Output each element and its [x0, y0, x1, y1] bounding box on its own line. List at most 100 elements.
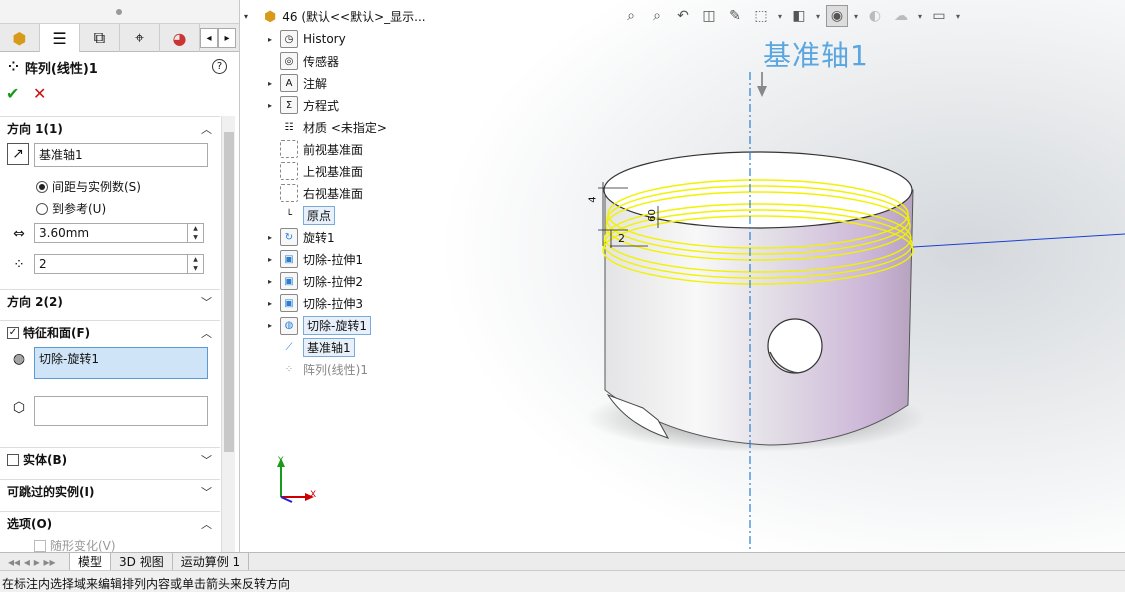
tab-nav-arrows[interactable]: ◂◂ ◂ ▸ ▸▸ — [0, 552, 70, 571]
section-view-icon[interactable]: ◫ — [698, 5, 720, 27]
tree-item-axis1[interactable]: ⟋ 基准轴1 — [268, 338, 355, 357]
tree-root[interactable]: ▾ ⬢ 46 (默认<<默认>_显示... — [244, 8, 426, 25]
dimxpert-tab[interactable]: ⌖ — [120, 24, 160, 52]
radio-upto-reference[interactable]: 到参考(U) — [36, 200, 106, 217]
tree-item-equations[interactable]: ▸ Σ 方程式 — [268, 96, 339, 114]
tree-expand-icon[interactable]: ▸ — [268, 35, 280, 44]
dimension-60[interactable]: 60 — [647, 209, 658, 222]
part-icon: ⬢ — [264, 8, 277, 25]
tree-item-history[interactable]: ▸ ◷ History — [268, 30, 346, 48]
features-faces-section-header[interactable]: ✓ 特征和面(F) ︿ — [0, 320, 220, 344]
dynamic-annotation-icon[interactable]: ✎ — [724, 5, 746, 27]
features-faces-checkbox[interactable]: ✓ — [7, 326, 19, 339]
dimension-4[interactable]: 4 — [588, 196, 599, 202]
reverse-direction-icon[interactable]: ↗ — [7, 143, 29, 165]
ok-button[interactable]: ✔ — [6, 84, 19, 103]
tree-item-label: 原点 — [303, 206, 336, 225]
direction1-section-header[interactable]: 方向 1(1) ︿ — [0, 116, 220, 140]
configuration-manager-tab[interactable]: ⧉ — [80, 24, 120, 52]
view-settings-icon[interactable]: ▭ — [928, 5, 950, 27]
view-orientation-icon[interactable]: ⬚ — [750, 5, 772, 27]
options-section-header[interactable]: 选项(O) ︿ — [0, 511, 220, 535]
display-manager-tab[interactable]: ◕ — [160, 24, 200, 52]
chevron-down-icon[interactable]: ▾ — [776, 5, 784, 27]
faces-icon: ⬡ — [12, 400, 26, 416]
skip-instances-section-header[interactable]: 可跳过的实例(I) ﹀ — [0, 479, 220, 503]
tab-motion-study[interactable]: 运动算例 1 — [173, 552, 250, 571]
zoom-to-area-icon[interactable]: ⌕ — [646, 5, 668, 27]
tree-item-label: History — [303, 32, 346, 46]
history-icon: ◷ — [280, 30, 298, 48]
tree-item-cut-extrude1[interactable]: ▸ ▣ 切除-拉伸1 — [268, 250, 363, 268]
tree-item-cut-revolve1[interactable]: ▸ ◍ 切除-旋转1 — [268, 316, 371, 335]
scrollbar-thumb[interactable] — [224, 132, 234, 452]
skip-instances-header-text: 可跳过的实例(I) — [7, 485, 95, 499]
chevron-down-icon[interactable]: ▾ — [916, 5, 924, 27]
radio-spacing[interactable]: 间距与实例数(S) — [36, 178, 141, 195]
display-style-icon[interactable]: ◧ — [788, 5, 810, 27]
chevron-down-icon[interactable]: ▾ — [814, 5, 822, 27]
tab-3d-view[interactable]: 3D 视图 — [111, 552, 173, 571]
tabs-prev-button[interactable]: ◂ — [200, 28, 218, 48]
tree-expand-icon[interactable]: ▸ — [268, 233, 280, 242]
tree-item-label: 前视基准面 — [303, 142, 364, 157]
spacing-input[interactable]: 3.60mm ▲ ▼ — [34, 223, 204, 243]
tabs-next-button[interactable]: ▸ — [218, 28, 236, 48]
chevron-up-icon: ︿ — [201, 517, 212, 531]
count-input[interactable]: 2 ▲ ▼ — [34, 254, 204, 274]
apply-scene-icon[interactable]: ☁ — [890, 5, 912, 27]
chevron-down-icon[interactable]: ▾ — [852, 5, 860, 27]
chevron-down-icon[interactable]: ▾ — [954, 5, 962, 27]
faces-list[interactable] — [34, 396, 208, 426]
tree-item-right-plane[interactable]: 右视基准面 — [268, 184, 363, 202]
direction1-axis-field[interactable]: 基准轴1 — [34, 143, 208, 167]
tree-expand-icon[interactable]: ▸ — [268, 277, 280, 286]
count-stepper[interactable]: ▲ ▼ — [187, 255, 203, 273]
vary-sketch-option[interactable]: 随形变化(V) — [34, 537, 116, 552]
heads-up-toolbar: ⌕ ⌕ ↶ ◫ ✎ ⬚ ▾ ◧ ▾ ◉ ▾ ◐ ☁ ▾ ▭ ▾ — [620, 4, 962, 28]
direction1-header-text: 方向 1(1) — [7, 122, 63, 136]
tree-item-revolve1[interactable]: ▸ ↻ 旋转1 — [268, 228, 335, 246]
panel-grip[interactable] — [0, 0, 239, 24]
previous-view-icon[interactable]: ↶ — [672, 5, 694, 27]
panel-scrollbar[interactable] — [221, 116, 235, 552]
bodies-checkbox[interactable] — [7, 453, 19, 466]
spacing-stepper[interactable]: ▲ ▼ — [187, 224, 203, 242]
edit-appearance-icon[interactable]: ◐ — [864, 5, 886, 27]
feature-title: ⁘ 阵列(线性)1 — [8, 58, 98, 77]
configuration-manager-icon: ⧉ — [93, 28, 106, 47]
collapse-arrow-icon[interactable]: ▾ — [244, 12, 256, 21]
tree-item-label: 切除-拉伸2 — [303, 274, 363, 289]
tree-item-linear-pattern1[interactable]: ⁘ 阵列(线性)1 — [268, 360, 368, 378]
tree-item-sensors[interactable]: ◎ 传感器 — [268, 52, 339, 70]
help-icon[interactable]: ? — [212, 59, 227, 74]
cancel-button[interactable]: ✕ — [33, 84, 46, 103]
tree-expand-icon[interactable]: ▸ — [268, 79, 280, 88]
linear-pattern-icon: ⁘ — [8, 60, 19, 75]
tree-item-origin[interactable]: └ 原点 — [268, 206, 336, 225]
pin-hole — [767, 318, 823, 374]
tree-item-cut-extrude2[interactable]: ▸ ▣ 切除-拉伸2 — [268, 272, 363, 290]
tree-expand-icon[interactable]: ▸ — [268, 321, 280, 330]
tree-item-cut-extrude3[interactable]: ▸ ▣ 切除-拉伸3 — [268, 294, 363, 312]
tree-item-annotations[interactable]: ▸ A 注解 — [268, 74, 327, 92]
tree-expand-icon[interactable]: ▸ — [268, 255, 280, 264]
tree-item-top-plane[interactable]: 上视基准面 — [268, 162, 363, 180]
status-text: 在标注内选择域来编辑排列内容或单击箭头来反转方向 — [2, 577, 291, 591]
features-list[interactable]: 切除-旋转1 — [34, 347, 208, 379]
hide-show-items-icon[interactable]: ◉ — [826, 5, 848, 27]
annotation-icon: A — [280, 74, 298, 92]
bodies-section-header[interactable]: 实体(B) ﹀ — [0, 447, 220, 471]
tab-model[interactable]: 模型 — [70, 552, 112, 571]
feature-manager-tab[interactable]: ⬢ — [0, 24, 40, 52]
tree-item-front-plane[interactable]: 前视基准面 — [268, 140, 363, 158]
tree-expand-icon[interactable]: ▸ — [268, 299, 280, 308]
tree-item-label: 切除-拉伸3 — [303, 296, 363, 311]
tree-item-label: 阵列(线性)1 — [303, 362, 368, 377]
direction2-section-header[interactable]: 方向 2(2) ﹀ — [0, 289, 220, 313]
tree-expand-icon[interactable]: ▸ — [268, 101, 280, 110]
property-manager-tab[interactable]: ☰ — [40, 24, 80, 52]
zoom-to-fit-icon[interactable]: ⌕ — [620, 5, 642, 27]
tree-item-material[interactable]: ☷ 材质 <未指定> — [268, 118, 387, 136]
dimension-2[interactable]: 2 — [618, 232, 625, 245]
